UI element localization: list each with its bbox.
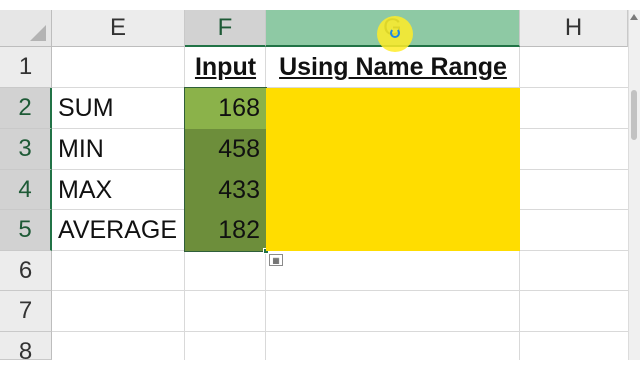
cell-g1-using-name-range-header[interactable]: Using Name Range	[266, 47, 520, 88]
row-header-7[interactable]: 7	[0, 291, 52, 332]
row-header-6[interactable]: 6	[0, 251, 52, 291]
vertical-scrollbar[interactable]	[628, 10, 640, 360]
row-header-8[interactable]: 8	[0, 332, 52, 365]
grid-line-h	[52, 290, 628, 291]
cell-e3-min-label[interactable]: MIN	[52, 129, 185, 170]
select-all-triangle-icon	[30, 25, 46, 41]
row-header-5[interactable]: 5	[0, 210, 52, 251]
cell-e2-sum-label[interactable]: SUM	[52, 88, 185, 129]
grid-line-h	[52, 331, 628, 332]
cell-f1-input-header[interactable]: Input	[185, 47, 266, 88]
result-range-g2-g5[interactable]	[266, 88, 520, 251]
mouse-cursor-icon	[390, 28, 400, 38]
selection-border	[184, 87, 267, 252]
scroll-up-arrow-icon[interactable]	[630, 14, 638, 20]
select-all-button[interactable]	[0, 10, 52, 47]
column-header-f[interactable]: F	[185, 10, 266, 47]
row-header-4[interactable]: 4	[0, 170, 52, 210]
column-header-h[interactable]: H	[520, 10, 628, 47]
row-header-3[interactable]: 3	[0, 129, 52, 170]
cell-e5-average-label[interactable]: AVERAGE	[52, 210, 185, 251]
cell-e4-max-label[interactable]: MAX	[52, 170, 185, 210]
row-header-1[interactable]: 1	[0, 47, 52, 88]
column-header-e[interactable]: E	[52, 10, 185, 47]
row-header-2[interactable]: 2	[0, 88, 52, 129]
quick-analysis-icon[interactable]: ▦	[269, 254, 283, 266]
scrollbar-thumb[interactable]	[631, 90, 637, 140]
